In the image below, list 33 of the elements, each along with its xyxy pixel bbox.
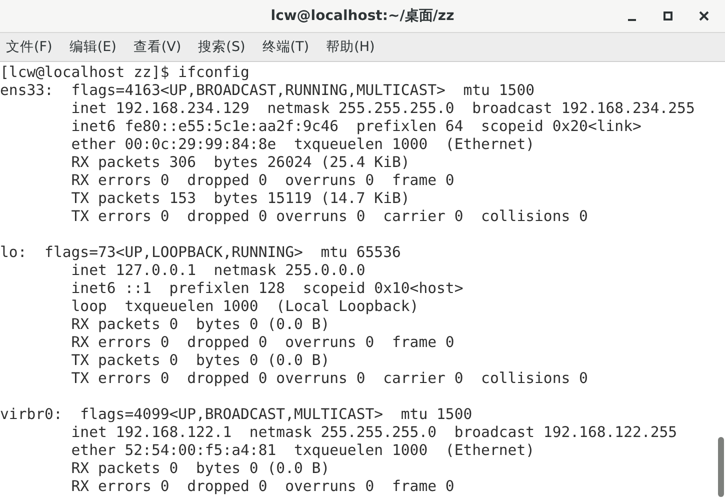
terminal-line: virbr0: flags=4099<UP,BROADCAST,MULTICAST> mtu 1500 bbox=[0, 406, 474, 424]
terminal-line: RX packets 306 bytes 26024 (25.4 KiB) bbox=[70, 154, 411, 172]
terminal-line: inet 192.168.234.129 netmask 255.255.255.0 broadcast 192.168.234.255 bbox=[70, 100, 696, 118]
terminal-line: TX errors 0 dropped 0 overruns 0 carrier 0 collisions 0 bbox=[70, 370, 589, 388]
menu-item[interactable]: 终端(T) bbox=[258, 34, 314, 60]
terminal-line: loop txqueuelen 1000 (Local Loopback) bbox=[70, 298, 420, 316]
terminal-line: [lcw@localhost zz]$ ifconfig bbox=[0, 64, 250, 82]
menu-item[interactable]: 编辑(E) bbox=[65, 34, 120, 60]
terminal-line: ens33: flags=4163<UP,BROADCAST,RUNNING,MULTICAST> mtu 1500 bbox=[0, 82, 536, 100]
menu-item[interactable]: 帮助(H) bbox=[322, 34, 379, 60]
minimize-icon bbox=[628, 19, 636, 21]
terminal-line: RX packets 0 bytes 0 (0.0 B) bbox=[70, 316, 331, 334]
terminal-line: inet 192.168.122.1 netmask 255.255.255.0 broadcast 192.168.122.255 bbox=[70, 424, 678, 442]
window-title: lcw@localhost:~/桌面/zz bbox=[270, 7, 454, 25]
terminal-line: RX errors 0 dropped 0 overruns 0 frame 0 bbox=[70, 334, 456, 352]
terminal-line: inet 127.0.0.1 netmask 255.0.0.0 bbox=[70, 262, 366, 280]
terminal-line: RX errors 0 dropped 0 overruns 0 frame 0 bbox=[70, 478, 456, 496]
terminal-line: TX errors 0 dropped 0 overruns 0 carrier 0 collisions 0 bbox=[70, 208, 589, 226]
terminal-line: TX packets 153 bytes 15119 (14.7 KiB) bbox=[70, 190, 411, 208]
close-icon bbox=[699, 11, 709, 21]
menu-item[interactable]: 文件(F) bbox=[2, 34, 56, 60]
terminal-line: ether 52:54:00:f5:a4:81 txqueuelen 1000 (Ethernet) bbox=[70, 442, 536, 460]
terminal-line: inet6 ::1 prefixlen 128 scopeid 0x10<host> bbox=[70, 280, 464, 298]
terminal-line: lo: flags=73<UP,LOOPBACK,RUNNING> mtu 65536 bbox=[0, 244, 402, 262]
maximize-icon bbox=[663, 11, 673, 21]
terminal-line: TX packets 0 bytes 0 (0.0 B) bbox=[70, 352, 331, 370]
terminal-line: inet6 fe80::e55:5c1e:aa2f:9c46 prefixlen 64 scopeid 0x20<link> bbox=[70, 118, 642, 136]
scrollbar-thumb[interactable] bbox=[718, 437, 724, 497]
terminal-line: RX errors 0 dropped 0 overruns 0 frame 0 bbox=[70, 172, 456, 190]
menu-item[interactable]: 搜索(S) bbox=[194, 34, 250, 60]
terminal-line: RX packets 0 bytes 0 (0.0 B) bbox=[70, 460, 331, 478]
terminal-line: ether 00:0c:29:99:84:8e txqueuelen 1000 (Ethernet) bbox=[70, 136, 536, 154]
menu-item[interactable]: 查看(V) bbox=[129, 34, 186, 60]
